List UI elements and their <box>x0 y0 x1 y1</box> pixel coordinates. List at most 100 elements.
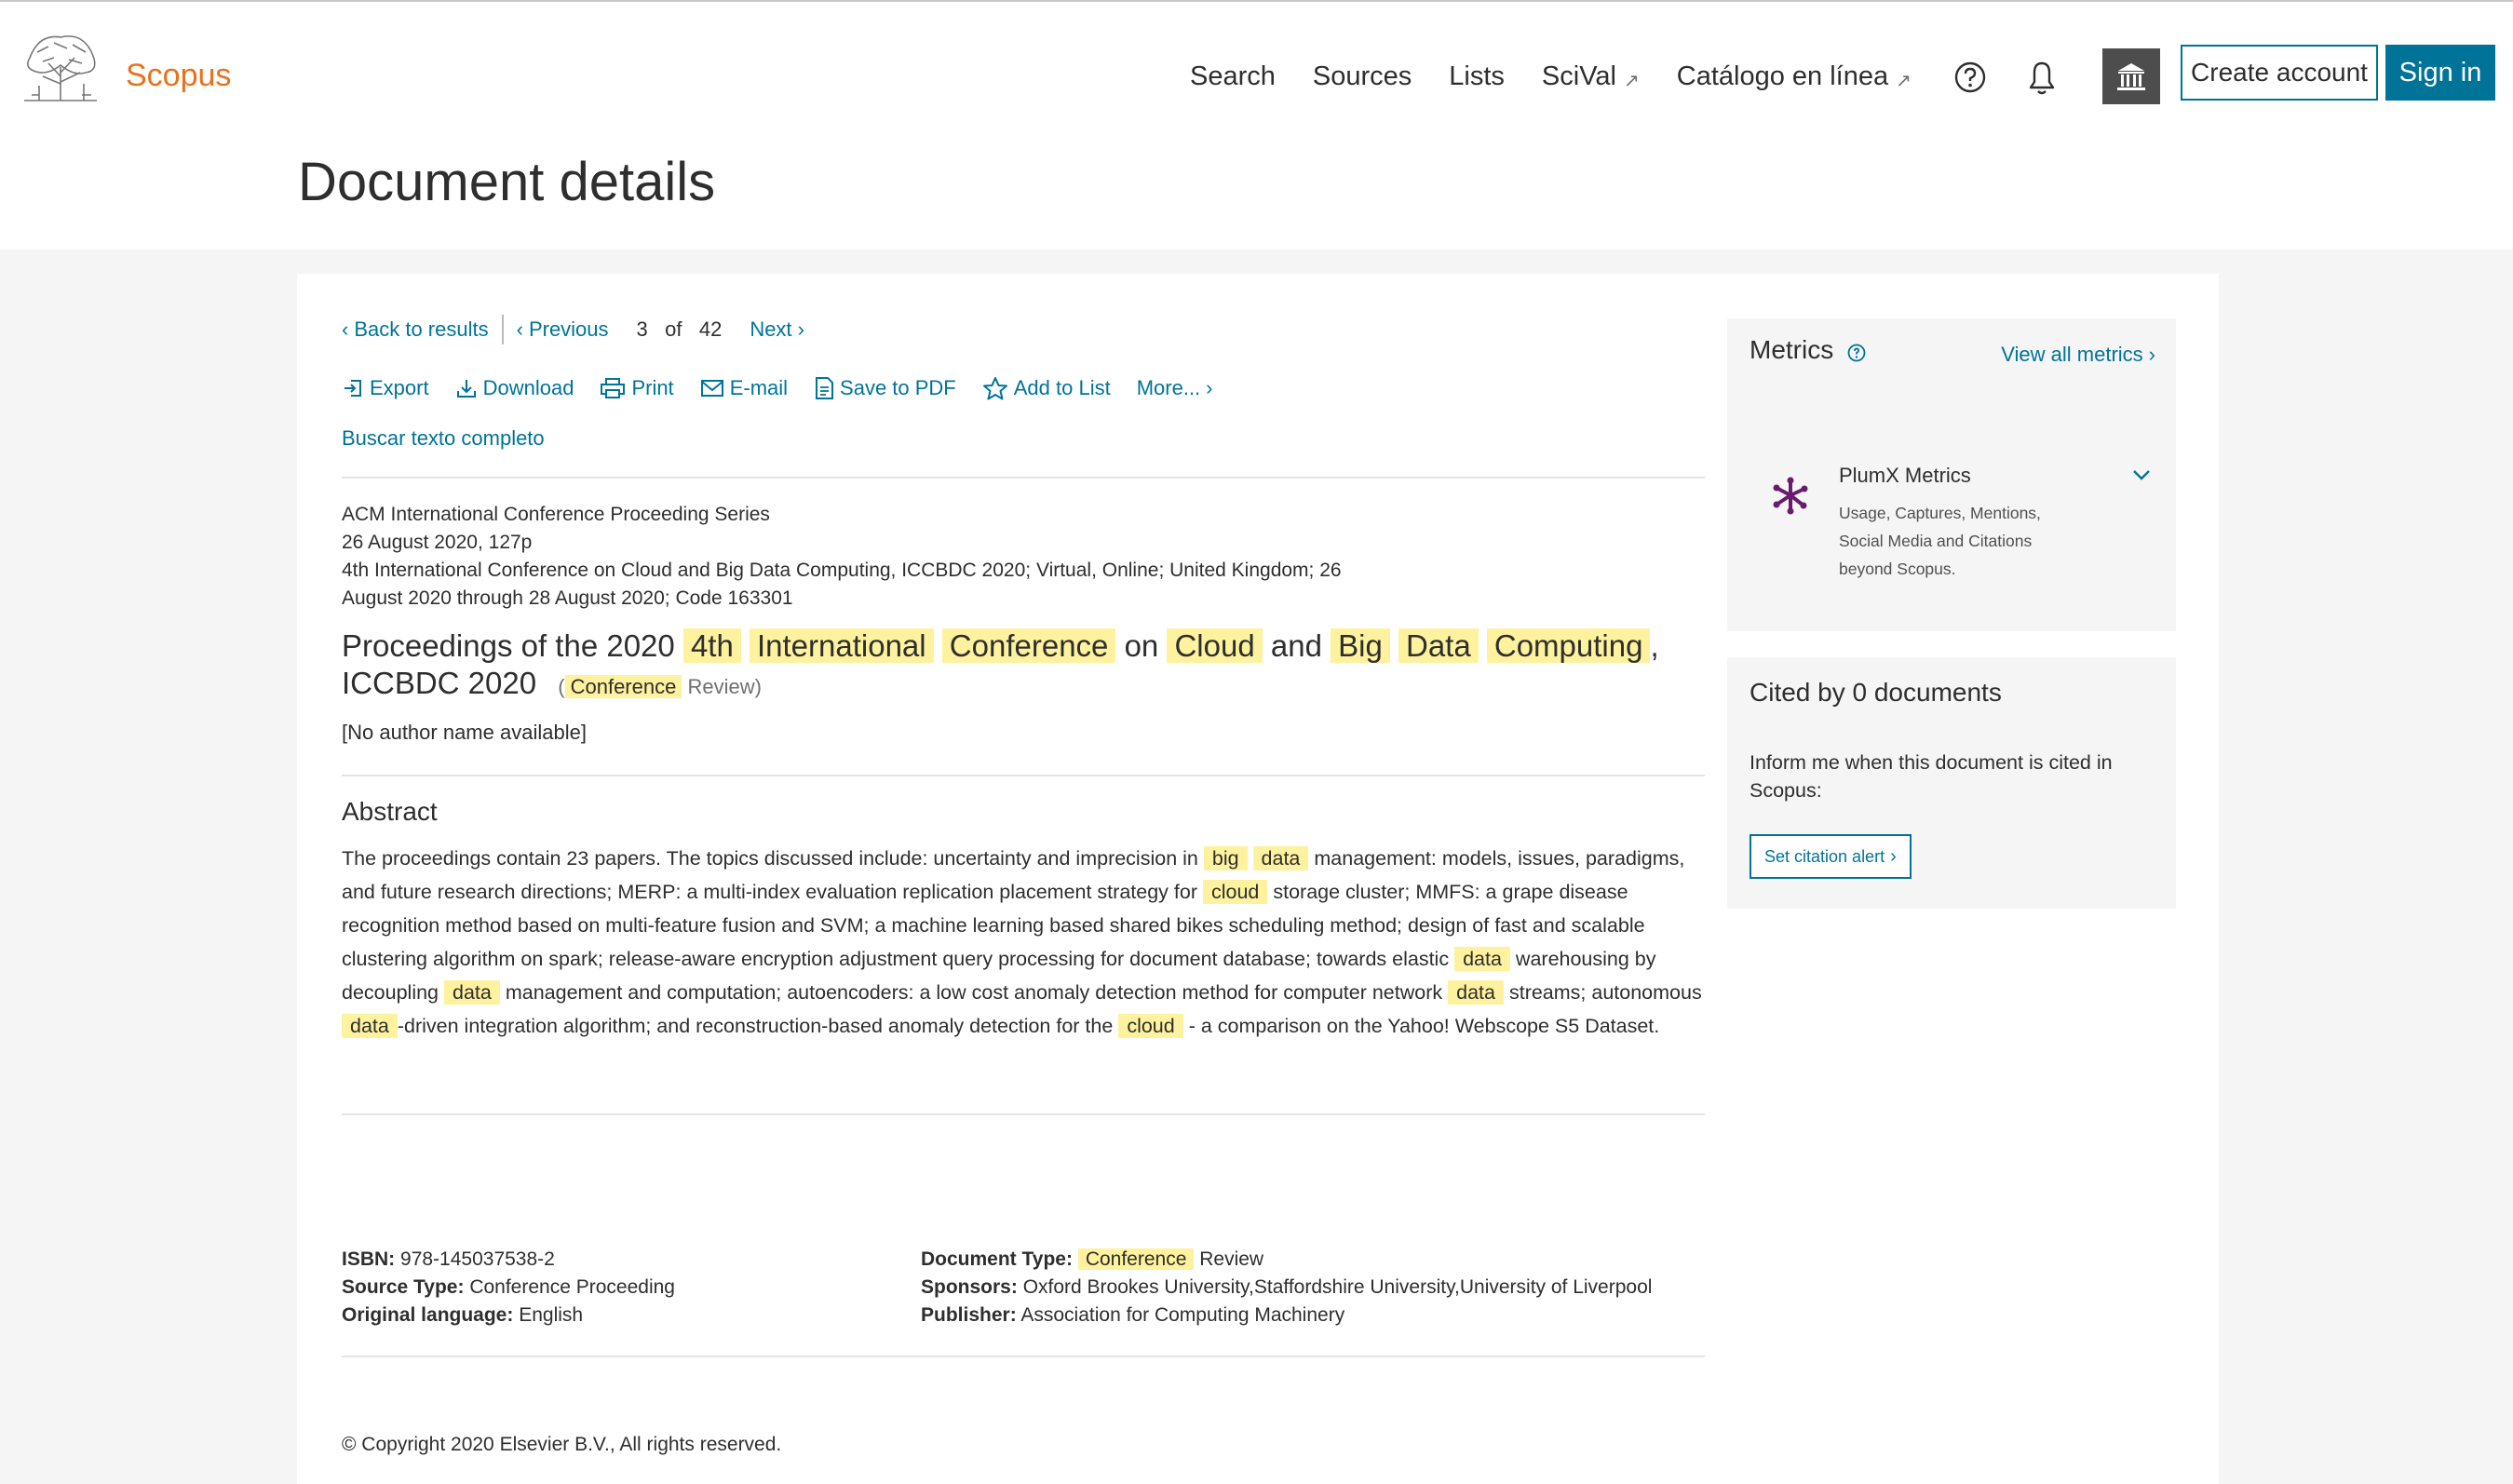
document-toolbar: Export Download Print E-mail Save to PDF… <box>342 376 1239 400</box>
top-bar: Scopus Search Sources Lists SciVal ↗ Catá… <box>0 0 2513 250</box>
institution-button[interactable] <box>2102 48 2160 104</box>
title-text: , <box>1650 628 1659 663</box>
plumx-description: Usage, Captures, Mentions, Social Media … <box>1839 499 2081 583</box>
plumx-desc-line: Usage, Captures, Mentions, <box>1839 504 2041 522</box>
source-type-value: Conference Proceeding <box>469 1276 675 1298</box>
document-type-value: Review <box>1199 1248 1264 1270</box>
full-text-link[interactable]: Buscar texto completo <box>342 426 545 451</box>
export-button[interactable]: Export <box>342 376 429 400</box>
divider <box>342 1113 1705 1115</box>
chevron-right-icon: › <box>1890 845 1897 867</box>
authors: [No author name available] <box>342 721 587 744</box>
paren: ( <box>558 675 565 698</box>
back-to-results-link[interactable]: ‹ Back to results <box>342 317 489 342</box>
title-highlight: Big <box>1331 628 1390 663</box>
plumx-icon <box>1773 477 1808 515</box>
next-link[interactable]: Next › <box>750 317 804 342</box>
abstract-segment: management and computation; autoencoders… <box>505 981 1443 1004</box>
nav-sources-label: Sources <box>1312 61 1412 91</box>
document-type-note: (Conference Review) <box>558 675 762 698</box>
elsevier-tree-logo[interactable] <box>20 30 101 102</box>
download-button[interactable]: Download <box>455 376 574 400</box>
isbn-value: 978-145037538-2 <box>400 1248 555 1270</box>
abstract-highlight: data <box>444 980 500 1005</box>
title-highlight: Cloud <box>1167 628 1263 663</box>
abstract-highlight: cloud <box>1118 1014 1183 1038</box>
next-label: Next <box>750 317 792 341</box>
title-text: Proceedings of the 2020 <box>342 628 675 663</box>
external-link-icon: ↗ <box>1896 71 1912 91</box>
type-highlight: Conference <box>564 675 682 698</box>
print-label: Print <box>631 376 674 399</box>
publisher-value: Association for Computing Machinery <box>1020 1304 1345 1326</box>
download-icon <box>456 380 476 398</box>
abstract-segment: streams; autonomous <box>1508 981 1702 1004</box>
publisher-label: Publisher: <box>921 1304 1017 1326</box>
metrics-panel: Metrics View all metrics › PlumX Metrics… <box>1727 318 2176 631</box>
more-label: More... <box>1136 376 1201 399</box>
document-type-label: Document Type: <box>921 1248 1073 1270</box>
document-title: Proceedings of the 2020 4th Internationa… <box>342 627 1701 706</box>
copyright: © Copyright 2020 Elsevier B.V., All righ… <box>342 1434 782 1455</box>
previous-link[interactable]: ‹ Previous <box>517 317 609 342</box>
print-icon <box>601 378 626 398</box>
institution-icon <box>2117 63 2145 90</box>
abstract-highlight: big <box>1203 846 1248 870</box>
help-icon[interactable] <box>1952 60 1988 95</box>
chevron-down-icon[interactable] <box>2131 467 2152 482</box>
abstract-highlight: cloud <box>1202 880 1268 904</box>
language-label: Original language: <box>342 1304 514 1326</box>
conference-info-cont: August 2020 through 28 August 2020; Code… <box>342 587 793 609</box>
nav-lists[interactable]: Lists <box>1449 61 1505 92</box>
sign-in-button[interactable]: Sign in <box>2385 45 2495 101</box>
print-button[interactable]: Print <box>600 376 674 400</box>
chevron-left-icon: ‹ <box>516 317 523 341</box>
language-row: Original language: English <box>342 1302 675 1329</box>
title-highlight: International <box>749 628 934 663</box>
bell-icon[interactable] <box>2023 58 2060 97</box>
nav-scival[interactable]: SciVal ↗ <box>1542 61 1640 92</box>
email-button[interactable]: E-mail <box>700 376 788 400</box>
language-value: English <box>519 1304 584 1326</box>
cited-by-title: Cited by 0 documents <box>1750 678 2002 707</box>
chevron-left-icon: ‹ <box>342 317 349 341</box>
set-citation-alert-label: Set citation alert <box>1764 846 1885 866</box>
sponsors-label: Sponsors: <box>921 1276 1018 1298</box>
title-text: ICCBDC 2020 <box>342 666 537 700</box>
total-count: 42 <box>698 317 723 341</box>
document-type-highlight: Conference <box>1077 1248 1195 1270</box>
main-nav: Search Sources Lists SciVal ↗ Catálogo en… <box>1190 61 1949 92</box>
divider <box>501 315 504 344</box>
page-title: Document details <box>298 152 716 212</box>
scopus-brand[interactable]: Scopus <box>126 58 231 94</box>
chevron-right-icon: › <box>1206 376 1213 399</box>
abstract-heading: Abstract <box>342 797 438 826</box>
set-citation-alert-button[interactable]: Set citation alert › <box>1750 834 1912 879</box>
document-card: ‹ Back to results ‹ Previous 3 of 42 Next ›… <box>297 274 2219 1484</box>
back-to-results-label: Back to results <box>354 317 489 341</box>
type-rest: Review) <box>687 675 762 698</box>
star-icon <box>982 377 1007 400</box>
more-button[interactable]: More... › <box>1137 376 1213 400</box>
sponsors-value: Oxford Brookes University,Staffordshire … <box>1022 1276 1653 1298</box>
nav-sources[interactable]: Sources <box>1313 61 1412 92</box>
cited-by-text: Inform me when this document is cited in… <box>1750 751 2113 802</box>
plumx-desc-line: beyond Scopus. <box>1839 560 1956 578</box>
nav-search[interactable]: Search <box>1190 61 1276 92</box>
current-index: 3 <box>636 317 648 341</box>
create-account-button[interactable]: Create account <box>2181 45 2378 101</box>
title-highlight: Computing <box>1486 628 1651 663</box>
details-right: Document Type: Conference Review Sponsor… <box>921 1246 1652 1329</box>
abstract-highlight: data <box>1252 846 1309 870</box>
plumx-title: PlumX Metrics <box>1839 464 1971 487</box>
add-to-list-button[interactable]: Add to List <box>982 376 1111 400</box>
info-icon[interactable] <box>1846 343 1867 363</box>
download-label: Download <box>482 376 574 399</box>
source-date: 26 August 2020, 127p <box>342 532 533 553</box>
view-all-metrics-link[interactable]: View all metrics › <box>2001 343 2155 367</box>
save-to-pdf-button[interactable]: Save to PDF <box>814 376 956 400</box>
title-highlight: Data <box>1398 628 1479 663</box>
cited-by-panel: Cited by 0 documents Inform me when this… <box>1727 657 2176 909</box>
source-title: ACM International Conference Proceeding … <box>342 504 770 525</box>
nav-catalogo[interactable]: Catálogo en línea ↗ <box>1677 61 1912 92</box>
